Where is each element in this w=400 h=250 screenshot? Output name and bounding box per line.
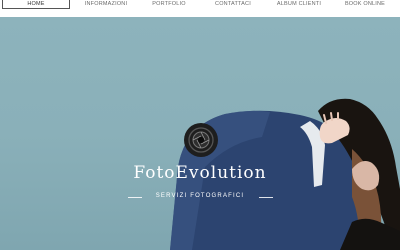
nav-book-online[interactable]: BOOK ONLINE [336, 0, 394, 9]
nav-contattaci[interactable]: CONTATTACI [208, 0, 258, 9]
nav-home[interactable]: HOME [2, 0, 70, 9]
tagline: SERVIZI FOTOGRAFICI [155, 193, 245, 199]
tagline-divider-right [259, 197, 273, 198]
hero-banner: FotoEvolution SERVIZI FOTOGRAFICI [0, 17, 400, 250]
top-navigation: HOME INFORMAZIONI PORTFOLIO CONTATTACI A… [0, 0, 400, 17]
camera-aperture-icon [184, 123, 218, 157]
nav-informazioni[interactable]: INFORMAZIONI [80, 0, 132, 9]
nav-portfolio[interactable]: PORTFOLIO [148, 0, 190, 9]
brand-title: FotoEvolution [133, 163, 267, 183]
nav-album-clienti[interactable]: ALBUM CLIENTI [270, 0, 328, 9]
